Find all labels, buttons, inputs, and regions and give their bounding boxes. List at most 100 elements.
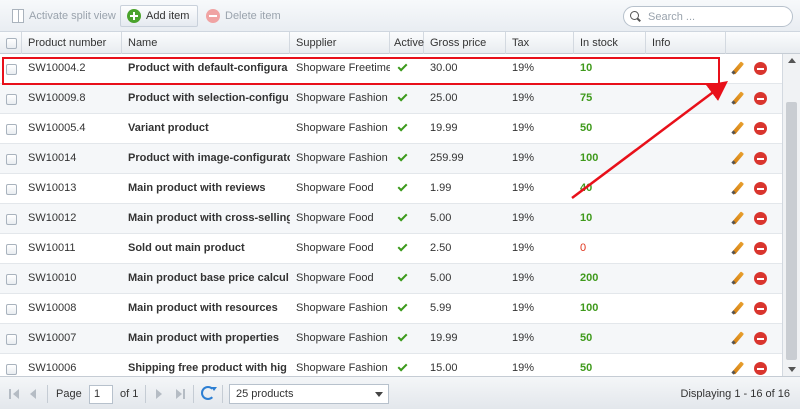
scroll-thumb[interactable] [786,102,797,360]
edit-pencil-icon[interactable] [731,151,745,165]
edit-pencil-icon[interactable] [731,211,745,225]
column-header-info[interactable]: Info [646,32,726,54]
delete-item-button[interactable]: Delete item [200,5,289,27]
table-row[interactable]: SW10011 Sold out main product Shopware Foo… [0,234,782,264]
cell-name: Sold out main product [128,242,245,254]
edit-pencil-icon[interactable] [731,301,745,315]
column-header-gross-price[interactable]: Gross price [424,32,506,54]
column-header-supplier[interactable]: Supplier [290,32,390,54]
edit-pencil-icon[interactable] [731,91,745,105]
delete-icon[interactable] [754,242,767,255]
edit-pencil-icon[interactable] [731,331,745,345]
edit-pencil-icon[interactable] [731,61,745,75]
table-row[interactable]: SW10013 Main product with reviews Shopware… [0,174,782,204]
row-checkbox[interactable] [6,214,17,225]
row-checkbox[interactable] [6,364,17,375]
edit-pencil-icon[interactable] [731,271,745,285]
table-row[interactable]: SW10008 Main product with resources Shopwa… [0,294,782,324]
scroll-up-icon[interactable] [788,58,796,63]
cell-in-stock: 10 [580,212,593,224]
page-number-input[interactable]: 1 [89,385,113,404]
add-item-button[interactable]: Add item [120,5,199,27]
row-checkbox[interactable] [6,334,17,345]
column-header-tax[interactable]: Tax [506,32,574,54]
cell-active [390,234,424,263]
row-checkbox[interactable] [6,94,17,105]
delete-icon[interactable] [754,332,767,345]
row-checkbox[interactable] [6,304,17,315]
cell-supplier: Shopware Freetime [296,62,390,74]
edit-pencil-icon[interactable] [731,121,745,135]
cell-supplier: Shopware Fashion [296,92,388,104]
cell-active [390,294,424,323]
scroll-down-icon[interactable] [788,367,796,372]
delete-icon[interactable] [754,182,767,195]
search-box [623,6,793,27]
cell-in-stock: 75 [580,92,593,104]
column-header-actions [726,32,782,54]
row-checkbox[interactable] [6,154,17,165]
delete-icon[interactable] [754,152,767,165]
row-checkbox[interactable] [6,274,17,285]
cell-gross-price: 19.99 [430,122,458,134]
table-row[interactable]: SW10004.2 Product with default-configura S… [0,54,782,84]
vertical-scrollbar[interactable] [782,54,800,376]
delete-icon[interactable] [754,212,767,225]
cell-in-stock: 10 [580,62,593,74]
table-row[interactable]: SW10010 Main product base price calcul Sho… [0,264,782,294]
first-page-icon [9,389,11,399]
cell-tax: 19% [512,272,535,284]
previous-page-button[interactable] [30,389,42,399]
pager-separator [145,385,146,403]
cell-in-stock: 40 [580,182,593,194]
check-icon [397,91,408,102]
cell-supplier: Shopware Fashion [296,362,388,374]
delete-icon[interactable] [754,122,767,135]
row-checkbox[interactable] [6,64,17,75]
check-icon [397,151,408,162]
next-page-button[interactable] [156,389,168,399]
last-page-icon [176,389,182,399]
first-page-button[interactable] [9,389,21,399]
cell-tax: 19% [512,362,535,374]
cell-active [390,174,424,203]
next-page-icon [156,389,162,399]
select-all-checkbox[interactable] [6,38,17,49]
column-header-product-number[interactable]: Product number [22,32,122,54]
search-input[interactable] [646,9,776,24]
table-row[interactable]: SW10014 Product with image-configurator Sh… [0,144,782,174]
edit-pencil-icon[interactable] [731,241,745,255]
last-page-button[interactable] [176,389,188,399]
delete-item-label: Delete item [225,10,281,22]
edit-pencil-icon[interactable] [731,181,745,195]
header-corner [782,32,800,54]
cell-supplier: Shopware Fashion [296,122,388,134]
column-header-active[interactable]: Active [390,32,424,54]
table-row[interactable]: SW10006 Shipping free product with hig Sho… [0,354,782,376]
chevron-down-icon [375,392,383,397]
delete-icon[interactable] [754,272,767,285]
refresh-icon[interactable] [201,386,217,400]
delete-icon[interactable] [754,62,767,75]
page-size-select[interactable]: 25 products [229,384,389,404]
table-row[interactable]: SW10007 Main product with properties Shopw… [0,324,782,354]
split-view-label: Activate split view [29,10,116,22]
column-header-in-stock[interactable]: In stock [574,32,646,54]
edit-pencil-icon[interactable] [731,361,745,375]
cell-in-stock: 100 [580,152,599,164]
table-row[interactable]: SW10005.4 Variant product Shopware Fashion… [0,114,782,144]
check-icon [397,211,408,222]
table-row[interactable]: SW10012 Main product with cross-selling Sh… [0,204,782,234]
delete-icon[interactable] [754,92,767,105]
table-row[interactable]: SW10009.8 Product with selection-configu S… [0,84,782,114]
column-header-name[interactable]: Name [122,32,290,54]
cell-gross-price: 5.99 [430,302,452,314]
cell-in-stock: 50 [580,362,593,374]
row-checkbox[interactable] [6,124,17,135]
activate-split-view-button[interactable]: Activate split view [6,5,124,27]
row-checkbox[interactable] [6,244,17,255]
delete-icon[interactable] [754,362,767,375]
row-checkbox[interactable] [6,184,17,195]
cell-name: Main product with cross-selling [128,212,290,224]
delete-icon[interactable] [754,302,767,315]
